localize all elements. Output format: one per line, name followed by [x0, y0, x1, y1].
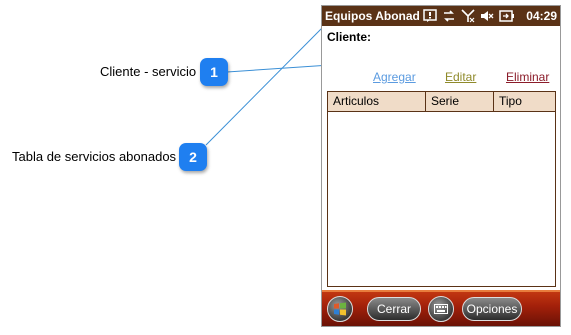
- delete-link[interactable]: Eliminar: [506, 70, 549, 84]
- column-header-serie[interactable]: Serie: [426, 92, 494, 111]
- services-table[interactable]: Articulos Serie Tipo: [327, 91, 556, 287]
- client-label: Cliente:: [327, 30, 372, 44]
- volume-muted-icon[interactable]: [479, 8, 495, 24]
- callout-badge-2: 2: [179, 143, 207, 171]
- callout-label-1: Cliente - servicio: [100, 64, 197, 79]
- device-screen: Equipos Abonad 04:29 Cliente: Agregar Ed…: [321, 5, 561, 327]
- data-sync-icon[interactable]: [441, 8, 457, 24]
- signal-off-icon[interactable]: [460, 8, 476, 24]
- callout-badge-1: 1: [200, 58, 228, 86]
- callout-label-2: Tabla de servicios abonados: [12, 149, 177, 164]
- close-button[interactable]: Cerrar: [367, 297, 421, 321]
- edit-link[interactable]: Editar: [445, 70, 476, 84]
- column-header-articulos[interactable]: Articulos: [328, 92, 426, 111]
- keyboard-icon[interactable]: [428, 296, 454, 322]
- windows-start-icon[interactable]: [327, 296, 353, 322]
- table-header: Articulos Serie Tipo: [328, 92, 555, 112]
- menu-bar-rim: [322, 290, 560, 292]
- battery-icon[interactable]: [498, 8, 516, 24]
- notification-icon[interactable]: [422, 8, 438, 24]
- menu-bar: Cerrar Opciones: [322, 290, 560, 326]
- app-title: Equipos Abonad: [325, 9, 420, 23]
- clock: 04:29: [526, 9, 557, 23]
- title-bar: Equipos Abonad 04:29: [322, 6, 560, 26]
- add-link[interactable]: Agregar: [373, 70, 416, 84]
- column-header-tipo[interactable]: Tipo: [494, 92, 555, 111]
- options-button[interactable]: Opciones: [462, 297, 522, 321]
